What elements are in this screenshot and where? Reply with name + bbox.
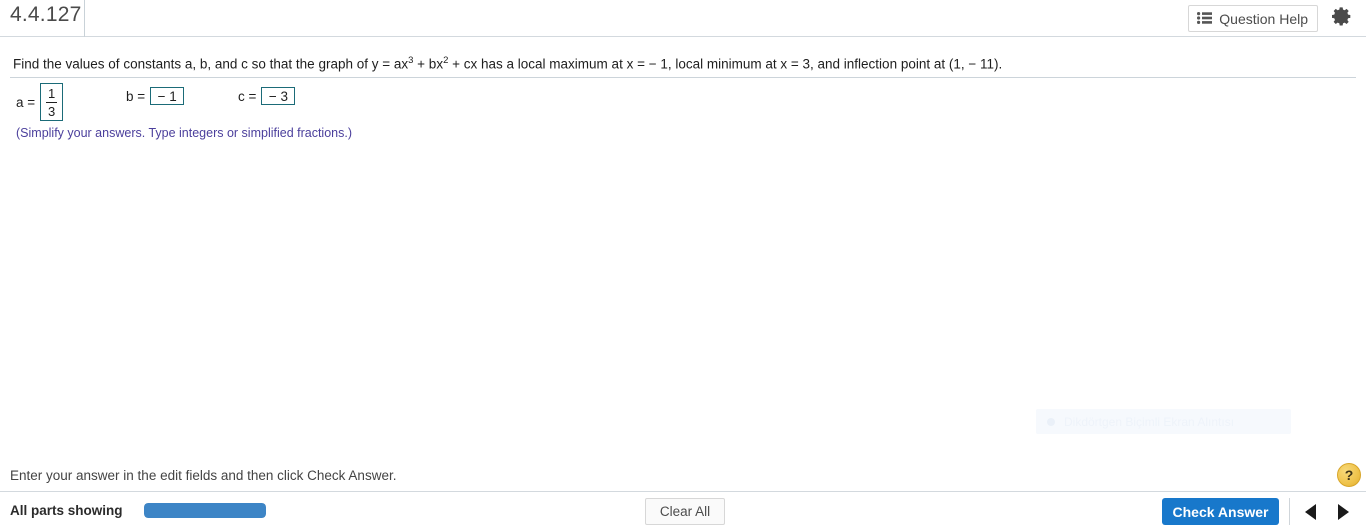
fraction-bar — [46, 101, 58, 103]
fraction-denominator: 3 — [48, 103, 56, 119]
header-divider — [84, 0, 85, 37]
fraction-numerator: 1 — [48, 85, 56, 101]
next-question-button[interactable] — [1329, 498, 1357, 525]
answer-label-c: c = — [238, 88, 257, 104]
answer-group-b: b = − 1 — [126, 87, 185, 105]
answer-input-b[interactable]: − 1 — [150, 87, 185, 105]
bullet-dot-icon — [1047, 417, 1055, 426]
footer-hint: Enter your answer in the edit fields and… — [10, 468, 397, 483]
clear-all-button[interactable]: Clear All — [645, 498, 725, 525]
triangle-right-icon — [1337, 503, 1349, 520]
page-title: 4.4.127 — [10, 3, 82, 26]
parts-progress-bar — [144, 503, 266, 518]
parts-status-label: All parts showing — [10, 503, 123, 518]
triangle-left-icon — [1304, 503, 1316, 520]
question-divider — [10, 77, 1356, 78]
answer-group-c: c = − 3 — [238, 87, 296, 105]
answer-group-a: a = 1 3 — [16, 82, 64, 122]
answer-input-a[interactable]: 1 3 — [40, 83, 64, 121]
question-help-label: Question Help — [1219, 10, 1308, 27]
bulleted-list-icon — [1197, 11, 1213, 27]
check-answer-button[interactable]: Check Answer — [1162, 498, 1279, 525]
help-button[interactable]: ? — [1337, 463, 1361, 487]
answer-label-b: b = — [126, 88, 146, 104]
gear-icon — [1330, 5, 1354, 34]
question-text: Find the values of constants a, b, and c… — [13, 52, 1002, 74]
parts-progress-fill — [144, 503, 266, 518]
question-text-part-2: + bx — [413, 56, 444, 72]
previous-question-button[interactable] — [1296, 498, 1324, 525]
question-text-part-1: Find the values of constants a, b, and c… — [13, 56, 409, 72]
nav-separator — [1289, 498, 1290, 525]
screen-snip-watermark: Dikdörtgen Biçimli Ekran Alıntısı — [1036, 409, 1291, 434]
question-help-button[interactable]: Question Help — [1188, 5, 1318, 32]
question-text-part-3: + cx has a local maximum at x = − 1, loc… — [448, 56, 1003, 72]
app-header: 4.4.127 Question Help — [0, 0, 1366, 37]
simplify-note: (Simplify your answers. Type integers or… — [16, 126, 352, 140]
settings-button[interactable] — [1327, 5, 1357, 33]
answer-label-a: a = — [16, 94, 36, 110]
fraction: 1 3 — [46, 85, 58, 119]
answer-input-c[interactable]: − 3 — [261, 87, 296, 105]
screen-snip-watermark-label: Dikdörtgen Biçimli Ekran Alıntısı — [1064, 414, 1235, 429]
